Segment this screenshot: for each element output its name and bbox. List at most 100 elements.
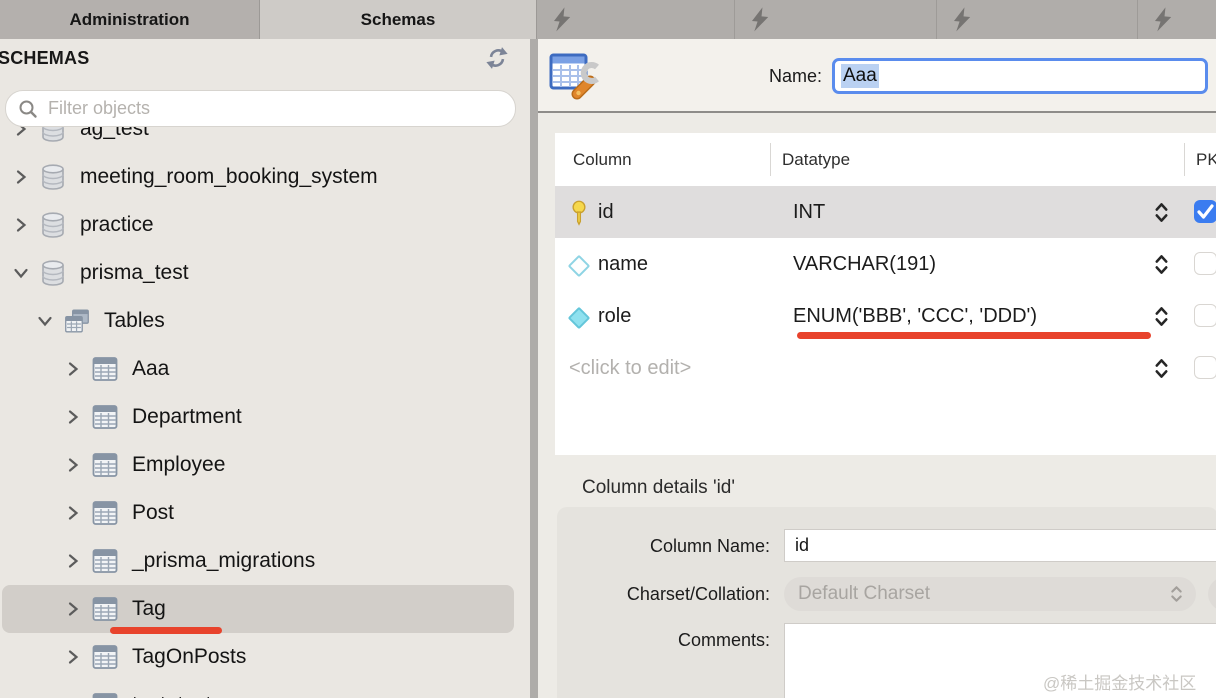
datatype-stepper-icon[interactable] xyxy=(1153,201,1170,229)
pk-header[interactable]: PK xyxy=(1196,149,1216,171)
pk-checkbox[interactable] xyxy=(1194,252,1216,275)
name-label: Name: xyxy=(688,58,822,94)
column-name-input[interactable]: id xyxy=(784,529,1216,562)
column-datatype-cell[interactable]: VARCHAR(191) xyxy=(793,253,936,276)
charset-select-value: Default Charset xyxy=(798,583,930,605)
column-row-name[interactable]: name VARCHAR(191) xyxy=(555,238,1216,290)
tree-item-table-selected[interactable]: Tag xyxy=(0,585,530,633)
tree-item-table[interactable]: Post xyxy=(0,489,530,537)
column-name-label: Column Name: xyxy=(557,535,770,557)
tab-schemas[interactable]: Schemas xyxy=(260,0,537,39)
diamond-outline-icon xyxy=(568,258,590,274)
chevron-right-icon[interactable] xyxy=(64,600,82,618)
enum-annotation-underline xyxy=(797,332,1151,339)
tree-item-tables-folder[interactable]: Tables xyxy=(0,297,530,345)
tree-item-label: Tables xyxy=(104,309,165,333)
chevron-right-icon[interactable] xyxy=(64,408,82,426)
schemas-sidebar: SCHEMAS Filter objects ag_test meeting_r xyxy=(0,39,530,698)
table-icon xyxy=(92,547,118,575)
tree-item-label: test_test xyxy=(132,693,211,698)
table-icon xyxy=(92,403,118,431)
table-icon xyxy=(92,499,118,527)
chevron-right-icon[interactable] xyxy=(12,216,30,234)
datatype-header[interactable]: Datatype xyxy=(782,149,850,171)
tables-folder-icon xyxy=(64,307,90,335)
editor-toolbar: Name: Aaa xyxy=(538,39,1216,113)
comments-label: Comments: xyxy=(557,629,770,651)
chevron-right-icon[interactable] xyxy=(64,552,82,570)
tree-item-table[interactable]: Aaa xyxy=(0,345,530,393)
column-datatype-cell[interactable]: INT xyxy=(793,201,825,224)
column-datatype-cell[interactable]: ENUM('BBB', 'CCC', 'DDD') xyxy=(793,305,1037,328)
chevron-right-icon[interactable] xyxy=(64,504,82,522)
table-name-input[interactable]: Aaa xyxy=(832,58,1208,94)
chevron-right-icon[interactable] xyxy=(64,456,82,474)
column-name-cell[interactable]: id xyxy=(598,201,614,224)
refresh-icon[interactable] xyxy=(484,46,510,70)
click-to-edit-placeholder[interactable]: <click to edit> xyxy=(569,357,691,380)
table-editor-icon xyxy=(548,50,600,105)
column-name-cell[interactable]: role xyxy=(598,305,631,328)
lightning-icon xyxy=(952,5,972,34)
search-icon xyxy=(18,99,38,119)
tree-item-label: prisma_test xyxy=(80,261,189,285)
column-row-new[interactable]: <click to edit> xyxy=(555,342,1216,394)
tree-item-table[interactable]: test_test xyxy=(0,681,530,698)
query-tab-4[interactable] xyxy=(1138,0,1216,39)
tree-item-schema[interactable]: practice xyxy=(0,201,530,249)
select-stepper-icon xyxy=(1169,584,1184,610)
header-divider xyxy=(1184,143,1185,176)
column-name-cell[interactable]: name xyxy=(598,253,648,276)
tree-item-label: Post xyxy=(132,501,174,525)
tab-administration[interactable]: Administration xyxy=(0,0,260,39)
table-icon xyxy=(92,595,118,623)
lightning-icon xyxy=(1153,5,1173,34)
datatype-stepper-icon[interactable] xyxy=(1153,253,1170,281)
charset-collation-label: Charset/Collation: xyxy=(557,583,770,605)
table-icon xyxy=(92,643,118,671)
filter-objects-input[interactable]: Filter objects xyxy=(5,90,516,127)
tree-item-label: Employee xyxy=(132,453,225,477)
datatype-stepper-icon[interactable] xyxy=(1153,357,1170,385)
database-icon xyxy=(40,259,66,287)
top-tab-strip: Administration Schemas xyxy=(0,0,1216,39)
pk-checkbox-checked[interactable] xyxy=(1194,200,1216,223)
columns-grid: Column Datatype PK id INT name xyxy=(555,133,1216,455)
tree-item-label: _prisma_migrations xyxy=(132,549,315,573)
tab-schemas-label: Schemas xyxy=(361,10,436,30)
chevron-right-icon[interactable] xyxy=(64,648,82,666)
columns-grid-header: Column Datatype PK xyxy=(555,133,1216,186)
tree-item-label: meeting_room_booking_system xyxy=(80,165,378,189)
tree-item-schema[interactable]: meeting_room_booking_system xyxy=(0,153,530,201)
table-name-value: Aaa xyxy=(841,64,879,88)
query-tab-2[interactable] xyxy=(735,0,937,39)
watermark-text: @稀土掘金技术社区 xyxy=(1043,669,1196,694)
query-tab-3[interactable] xyxy=(937,0,1138,39)
tag-annotation-underline xyxy=(110,627,222,634)
chevron-down-icon[interactable] xyxy=(12,264,30,282)
pk-checkbox[interactable] xyxy=(1194,304,1216,327)
pk-checkbox[interactable] xyxy=(1194,356,1216,379)
column-details-title: Column details 'id' xyxy=(582,477,735,499)
column-row-id[interactable]: id INT xyxy=(555,186,1216,238)
tree-item-label: TagOnPosts xyxy=(132,645,246,669)
tree-item-table[interactable]: Employee xyxy=(0,441,530,489)
tree-item-table[interactable]: TagOnPosts xyxy=(0,633,530,681)
key-icon xyxy=(568,199,590,226)
tree-item-schema[interactable]: prisma_test xyxy=(0,249,530,297)
column-header[interactable]: Column xyxy=(573,149,632,171)
tree-item-table[interactable]: Department xyxy=(0,393,530,441)
chevron-right-icon[interactable] xyxy=(64,360,82,378)
chevron-right-icon[interactable] xyxy=(12,168,30,186)
tree-item-label: practice xyxy=(80,213,154,237)
tree-item-label: Aaa xyxy=(132,357,169,381)
datatype-stepper-icon[interactable] xyxy=(1153,305,1170,333)
chevron-down-icon[interactable] xyxy=(36,312,54,330)
header-divider xyxy=(770,143,771,176)
database-icon xyxy=(40,163,66,191)
charset-select[interactable]: Default Charset xyxy=(784,577,1196,611)
collation-select[interactable] xyxy=(1208,577,1216,611)
tree-item-table[interactable]: _prisma_migrations xyxy=(0,537,530,585)
panel-divider[interactable] xyxy=(530,39,538,698)
query-tab-1[interactable] xyxy=(537,0,735,39)
